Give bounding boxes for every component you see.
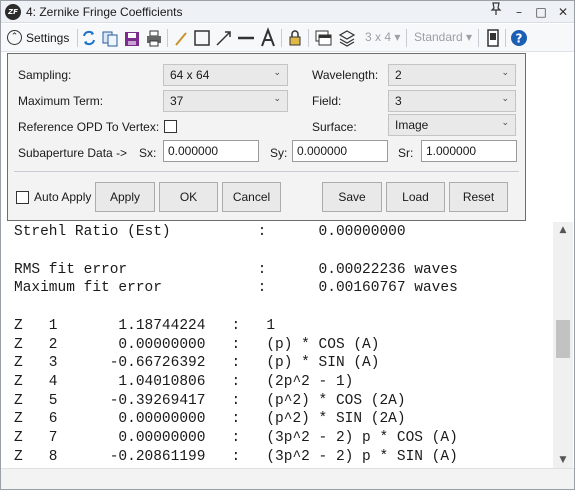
field-value: 3 xyxy=(395,94,402,108)
scrollbar-thumb[interactable] xyxy=(556,320,570,358)
sampling-label: Sampling: xyxy=(18,68,72,82)
svg-text:?: ? xyxy=(516,32,523,46)
ok-button[interactable]: OK xyxy=(159,182,218,212)
save-button[interactable]: Save xyxy=(322,182,382,212)
field-select[interactable]: 3 ⌄ xyxy=(388,90,516,112)
print-icon[interactable] xyxy=(145,27,163,49)
sr-input[interactable]: 1.000000 xyxy=(421,140,517,162)
toolbar: ⌃ Settings 3 x 4 ▾ Standard ▾ ? xyxy=(1,24,574,52)
subaperture-label: Subaperture Data -> xyxy=(18,146,128,160)
reference-opd-checkbox[interactable] xyxy=(164,120,177,133)
window-icon[interactable] xyxy=(314,27,332,49)
copy-icon[interactable] xyxy=(101,27,119,49)
chevron-down-icon: ⌄ xyxy=(501,68,509,78)
toolbar-separator xyxy=(478,29,479,47)
coefficients-output[interactable]: Strehl Ratio (Est) : 0.00000000 RMS fit … xyxy=(2,222,555,468)
chevron-down-icon: ⌄ xyxy=(501,94,509,104)
app-logo: ZF xyxy=(5,4,21,20)
toolbar-separator xyxy=(77,29,78,47)
text-icon[interactable] xyxy=(259,27,277,49)
settings-panel: Sampling: 64 x 64 ⌄ Maximum Term: 37 ⌄ R… xyxy=(7,53,526,221)
auto-apply-label: Auto Apply xyxy=(34,190,92,204)
output-line: Z 6 0.00000000 : (p^2) * SIN (2A) xyxy=(14,411,406,427)
maximum-term-label: Maximum Term: xyxy=(18,94,104,108)
scroll-up-icon[interactable]: ▲ xyxy=(553,222,573,238)
surface-label: Surface: xyxy=(312,120,357,134)
sx-input[interactable]: 0.000000 xyxy=(163,140,259,162)
line-icon[interactable] xyxy=(237,27,255,49)
field-label: Field: xyxy=(312,94,342,108)
toolbar-separator xyxy=(308,29,309,47)
maximum-term-select[interactable]: 37 ⌄ xyxy=(163,90,288,112)
wavelength-select[interactable]: 2 ⌄ xyxy=(388,64,516,86)
sy-label: Sy: xyxy=(270,146,288,160)
surface-select[interactable]: Image ⌄ xyxy=(388,114,516,136)
sr-label: Sr: xyxy=(398,146,414,160)
panel-divider xyxy=(14,171,519,172)
toolbar-separator xyxy=(406,29,407,47)
toolbar-separator xyxy=(281,29,282,47)
refresh-icon[interactable] xyxy=(81,27,97,49)
title-bar[interactable]: ZF 4: Zernike Fringe Coefficients – □ ✕ xyxy=(1,1,574,23)
sx-label: Sx: xyxy=(139,146,157,160)
maximum-term-value: 37 xyxy=(170,94,184,108)
cancel-button[interactable]: Cancel xyxy=(222,182,281,212)
reset-button[interactable]: Reset xyxy=(449,182,508,212)
toolbar-separator xyxy=(505,29,506,47)
output-line: Z 3 -0.66726392 : (p) * SIN (A) xyxy=(14,355,380,371)
output-line: Maximum fit error : 0.00160767 waves xyxy=(14,280,458,296)
settings-button[interactable]: ⌃ Settings xyxy=(5,27,73,49)
save-icon[interactable] xyxy=(123,27,141,49)
toolbar-separator xyxy=(167,29,168,47)
chevron-down-icon: ⌄ xyxy=(501,118,509,128)
arrow-icon[interactable] xyxy=(215,27,233,49)
pin-icon[interactable] xyxy=(486,2,506,22)
output-line: Z 7 0.00000000 : (3p^2 - 2) p * COS (A) xyxy=(14,430,458,446)
output-line: Z 8 -0.20861199 : (3p^2 - 2) p * SIN (A) xyxy=(14,449,458,465)
lock-icon[interactable] xyxy=(287,27,303,49)
status-bar xyxy=(1,468,574,489)
standard-dropdown[interactable]: Standard ▾ xyxy=(414,30,472,44)
wavelength-value: 2 xyxy=(395,68,402,82)
output-line: Z 4 1.04010806 : (2p^2 - 1) xyxy=(14,374,354,390)
output-line: Strehl Ratio (Est) : 0.00000000 xyxy=(14,224,406,240)
window-title: 4: Zernike Fringe Coefficients xyxy=(26,5,183,19)
scroll-down-icon[interactable]: ▼ xyxy=(553,452,573,468)
pencil-icon[interactable] xyxy=(173,27,189,49)
settings-label: Settings xyxy=(26,31,70,45)
panel-icon[interactable] xyxy=(485,27,501,49)
layers-icon[interactable] xyxy=(338,27,356,49)
wavelength-label: Wavelength: xyxy=(312,68,379,82)
layout-dropdown[interactable]: 3 x 4 ▾ xyxy=(365,30,400,44)
sampling-value: 64 x 64 xyxy=(170,68,210,82)
chevron-down-icon: ⌄ xyxy=(273,94,281,104)
auto-apply-checkbox[interactable] xyxy=(16,191,29,204)
vertical-scrollbar[interactable]: ▲ ▼ xyxy=(553,222,573,468)
help-icon[interactable]: ? xyxy=(510,27,528,49)
minimize-button[interactable]: – xyxy=(509,2,529,22)
chevron-up-icon: ⌃ xyxy=(7,30,22,45)
output-line: RMS fit error : 0.00022236 waves xyxy=(14,262,458,278)
chevron-down-icon: ⌄ xyxy=(273,68,281,78)
maximize-button[interactable]: □ xyxy=(531,2,551,22)
load-button[interactable]: Load xyxy=(386,182,445,212)
close-button[interactable]: ✕ xyxy=(553,2,573,22)
output-line: Z 5 -0.39269417 : (p^2) * COS (2A) xyxy=(14,393,406,409)
sy-input[interactable]: 0.000000 xyxy=(292,140,388,162)
rectangle-icon[interactable] xyxy=(193,27,211,49)
output-line: Z 2 0.00000000 : (p) * COS (A) xyxy=(14,337,380,353)
apply-button[interactable]: Apply xyxy=(95,182,155,212)
sampling-select[interactable]: 64 x 64 ⌄ xyxy=(163,64,288,86)
surface-value: Image xyxy=(395,118,429,132)
output-line: Z 1 1.18744224 : 1 xyxy=(14,318,276,334)
reference-opd-label: Reference OPD To Vertex: xyxy=(18,120,160,134)
zernike-window: ZF 4: Zernike Fringe Coefficients – □ ✕ … xyxy=(0,0,575,490)
